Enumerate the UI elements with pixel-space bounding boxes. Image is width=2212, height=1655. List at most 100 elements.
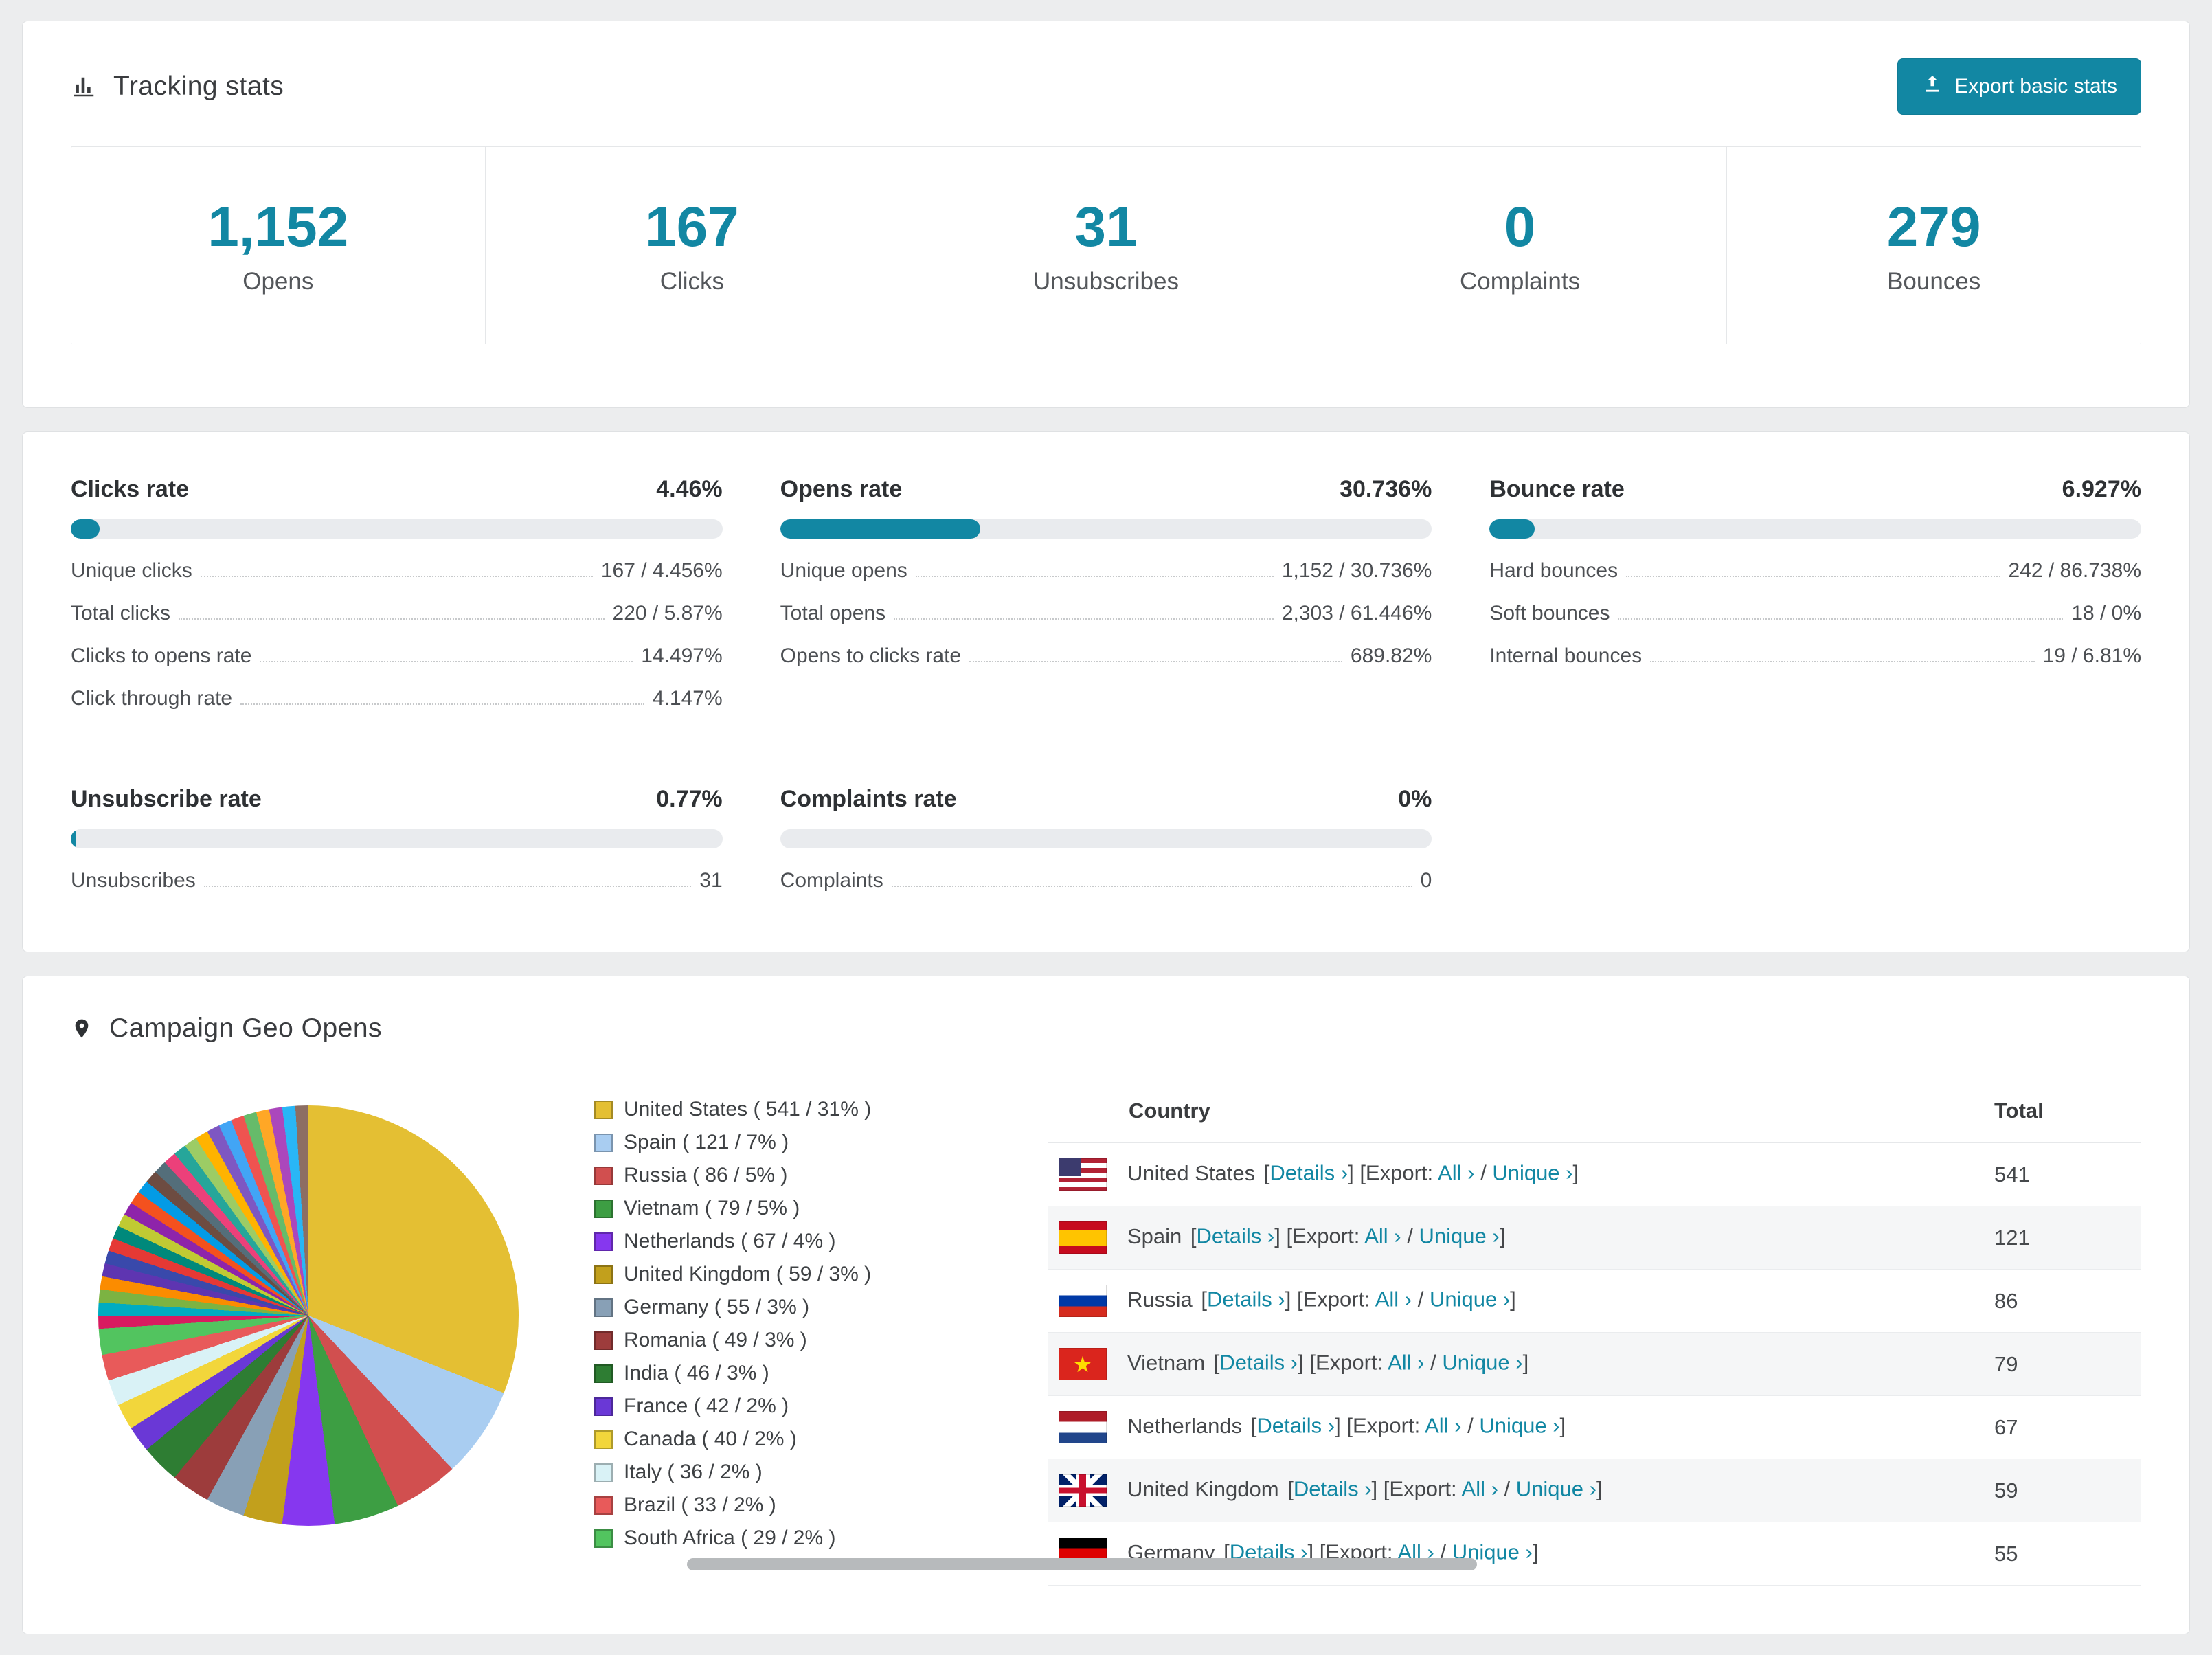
rate-progress-fill (1489, 519, 1535, 539)
metric-row: Click through rate 4.147% (71, 677, 723, 720)
export-label: [Export: (1383, 1476, 1457, 1501)
metric-value: 689.82% (1350, 644, 1432, 668)
horizontal-scrollbar[interactable] (687, 1558, 1477, 1570)
country-total: 79 (1983, 1332, 2141, 1397)
legend-color-swatch (594, 1232, 613, 1251)
export-label: [Export: (1286, 1224, 1360, 1248)
legend-color-swatch (594, 1397, 613, 1416)
export-all-link[interactable]: All › (1462, 1477, 1498, 1501)
details-link[interactable]: Details › (1256, 1414, 1335, 1438)
dotted-leader (894, 618, 1274, 620)
export-all-link[interactable]: All › (1388, 1351, 1424, 1375)
dotted-leader (240, 703, 644, 706)
metric-label: Clicks to opens rate (71, 644, 252, 668)
metric-value: 31 (699, 869, 723, 892)
rates-card: Clicks rate 4.46% Unique clicks 167 / 4.… (22, 431, 2190, 953)
country-name: Vietnam (1127, 1350, 1206, 1375)
geo-opens-card: Campaign Geo Opens United States ( 541 /… (22, 976, 2190, 1635)
country-name: Spain (1127, 1224, 1182, 1248)
country-flag-icon (1059, 1411, 1107, 1444)
tracking-stats-title: Tracking stats (71, 71, 284, 102)
rate-percent: 0.77% (656, 786, 723, 813)
export-unique-link[interactable]: Unique › (1442, 1351, 1522, 1375)
legend-color-swatch (594, 1298, 613, 1317)
country-total: 541 (1983, 1142, 2141, 1207)
export-label: [Export: (1309, 1350, 1384, 1375)
country-cell: Germany [Details ›] [Export: All › / Uni… (1048, 1522, 1983, 1586)
country-flag-icon (1059, 1348, 1107, 1381)
stat-box: 167 Clicks (486, 147, 900, 344)
export-unique-link[interactable]: Unique › (1479, 1414, 1559, 1438)
metric-label: Soft bounces (1489, 602, 1610, 625)
stat-box: 1,152 Opens (71, 147, 486, 344)
details-link[interactable]: Details › (1219, 1351, 1298, 1375)
metric-label: Unique opens (780, 559, 907, 583)
stat-label: Opens (242, 268, 314, 295)
legend-color-swatch (594, 1331, 613, 1350)
rate-title: Clicks rate (71, 476, 189, 503)
metric-row: Internal bounces 19 / 6.81% (1489, 635, 2141, 677)
country-cell: Netherlands [Details ›] [Export: All › /… (1048, 1395, 1983, 1460)
rate-metric-rows: Unique clicks 167 / 4.456% Total clicks … (71, 550, 723, 720)
metric-label: Click through rate (71, 687, 233, 710)
rate-progress-fill (71, 519, 100, 539)
metric-label: Unique clicks (71, 559, 192, 583)
geo-opens-content: United States ( 541 / 31% ) Spain ( 121 … (23, 1071, 2189, 1634)
stat-box: 279 Bounces (1727, 147, 2141, 344)
bracket-close: ] (1285, 1287, 1291, 1311)
legend-label: France ( 42 / 2% ) (624, 1395, 789, 1418)
legend-item: Canada ( 40 / 2% ) (594, 1423, 951, 1456)
stat-label: Bounces (1887, 268, 1981, 295)
table-row: Germany [Details ›] [Export: All › / Uni… (1048, 1522, 2141, 1586)
export-icon (1921, 73, 1943, 100)
metric-value: 4.147% (652, 687, 723, 710)
details-link[interactable]: Details › (1197, 1224, 1275, 1248)
rate-metric-rows: Complaints 0 (780, 859, 1432, 902)
metric-label: Opens to clicks rate (780, 644, 962, 668)
export-unique-link[interactable]: Unique › (1419, 1224, 1500, 1248)
bracket-close: ] (1274, 1224, 1280, 1248)
export-unique-link[interactable]: Unique › (1492, 1161, 1572, 1185)
bracket-close: ] (1371, 1476, 1378, 1501)
legend-color-swatch (594, 1364, 613, 1383)
export-unique-link[interactable]: Unique › (1430, 1287, 1510, 1311)
legend-item: South Africa ( 29 / 2% ) (594, 1522, 951, 1555)
metric-value: 167 / 4.456% (600, 559, 723, 583)
details-link[interactable]: Details › (1294, 1477, 1372, 1501)
country-name: United States (1127, 1160, 1256, 1185)
country-cell: United Kingdom [Details ›] [Export: All … (1048, 1459, 1983, 1523)
export-all-link[interactable]: All › (1375, 1287, 1412, 1311)
legend-item: India ( 46 / 3% ) (594, 1357, 951, 1390)
country-name: Netherlands (1127, 1413, 1243, 1438)
legend-label: Italy ( 36 / 2% ) (624, 1461, 763, 1484)
export-all-link[interactable]: All › (1425, 1414, 1461, 1438)
details-link[interactable]: Details › (1207, 1287, 1285, 1311)
stat-value: 1,152 (207, 196, 349, 258)
bracket-close: ] (1522, 1350, 1529, 1375)
dotted-leader (969, 661, 1342, 663)
metric-row: Total clicks 220 / 5.87% (71, 592, 723, 635)
export-all-link[interactable]: All › (1438, 1161, 1474, 1185)
legend-item: United States ( 541 / 31% ) (594, 1093, 951, 1126)
geo-opens-table: Country Total United States [Details ›] … (1048, 1082, 2141, 1586)
export-all-link[interactable]: All › (1364, 1224, 1401, 1248)
rates-grid: Clicks rate 4.46% Unique clicks 167 / 4.… (71, 476, 2141, 902)
bracket-close: ] (1510, 1287, 1516, 1311)
export-unique-link[interactable]: Unique › (1516, 1477, 1596, 1501)
bracket-close: ] (1335, 1413, 1341, 1438)
metric-row: Unique opens 1,152 / 30.736% (780, 550, 1432, 592)
dotted-leader (891, 886, 1412, 888)
metric-label: Internal bounces (1489, 644, 1643, 668)
legend-label: Netherlands ( 67 / 4% ) (624, 1230, 836, 1253)
tracking-stats-card: Tracking stats Export basic stats 1,152 … (22, 21, 2190, 409)
country-total: 55 (1983, 1522, 2141, 1586)
export-button-label: Export basic stats (1954, 75, 2117, 98)
details-link[interactable]: Details › (1269, 1161, 1348, 1185)
metric-value: 0 (1420, 869, 1432, 892)
country-flag-icon (1059, 1221, 1107, 1254)
map-pin-icon (71, 1014, 93, 1043)
country-total: 59 (1983, 1459, 2141, 1523)
export-basic-stats-button[interactable]: Export basic stats (1897, 58, 2141, 115)
rate-block-header: Opens rate 30.736% (780, 476, 1432, 503)
rate-progress-bar (780, 519, 1432, 539)
